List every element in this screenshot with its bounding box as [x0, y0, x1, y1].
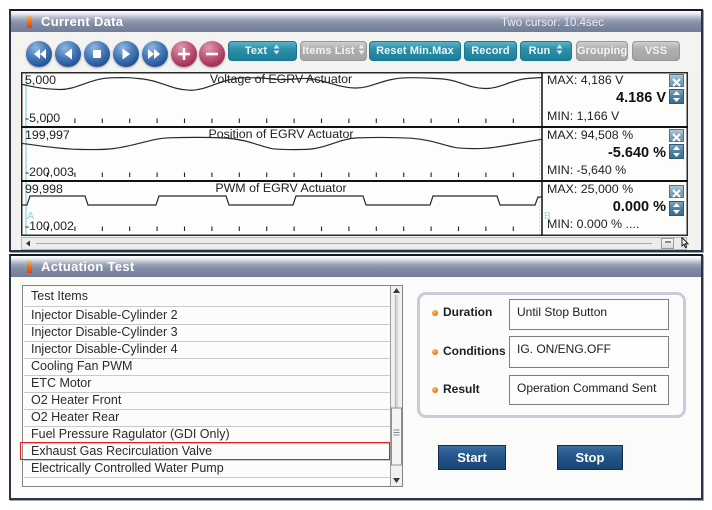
- svg-text:MIN: -5,640 %: MIN: -5,640 %: [547, 163, 626, 177]
- svg-text:99,998: 99,998: [25, 182, 63, 196]
- svg-text:-200,003: -200,003: [25, 165, 74, 179]
- svg-text:A: A: [27, 210, 34, 222]
- svg-text:MIN: 0.000 % ....: MIN: 0.000 % ....: [547, 217, 639, 231]
- svg-text:MAX: 4,186 V: MAX: 4,186 V: [547, 73, 624, 87]
- svg-text:Position of EGRV Actuator: Position of EGRV Actuator: [208, 127, 353, 141]
- svg-text:MIN: 1,166 V: MIN: 1,166 V: [547, 109, 620, 123]
- svg-text:MAX: 25,000 %: MAX: 25,000 %: [547, 182, 633, 196]
- svg-text:MAX: 94,508 %: MAX: 94,508 %: [547, 128, 633, 142]
- svg-text:199,997: 199,997: [25, 128, 70, 142]
- svg-text:4.186 V: 4.186 V: [616, 90, 666, 106]
- svg-text:-5.640 %: -5.640 %: [608, 145, 666, 161]
- svg-text:Voltage of EGRV Actuator: Voltage of EGRV Actuator: [210, 72, 352, 86]
- svg-text:5,000: 5,000: [25, 73, 56, 87]
- svg-text:B: B: [544, 210, 551, 222]
- svg-text:0.000 %: 0.000 %: [613, 199, 666, 215]
- svg-text:-5,000: -5,000: [25, 111, 60, 125]
- svg-text:PWM of EGRV Actuator: PWM of EGRV Actuator: [215, 181, 346, 195]
